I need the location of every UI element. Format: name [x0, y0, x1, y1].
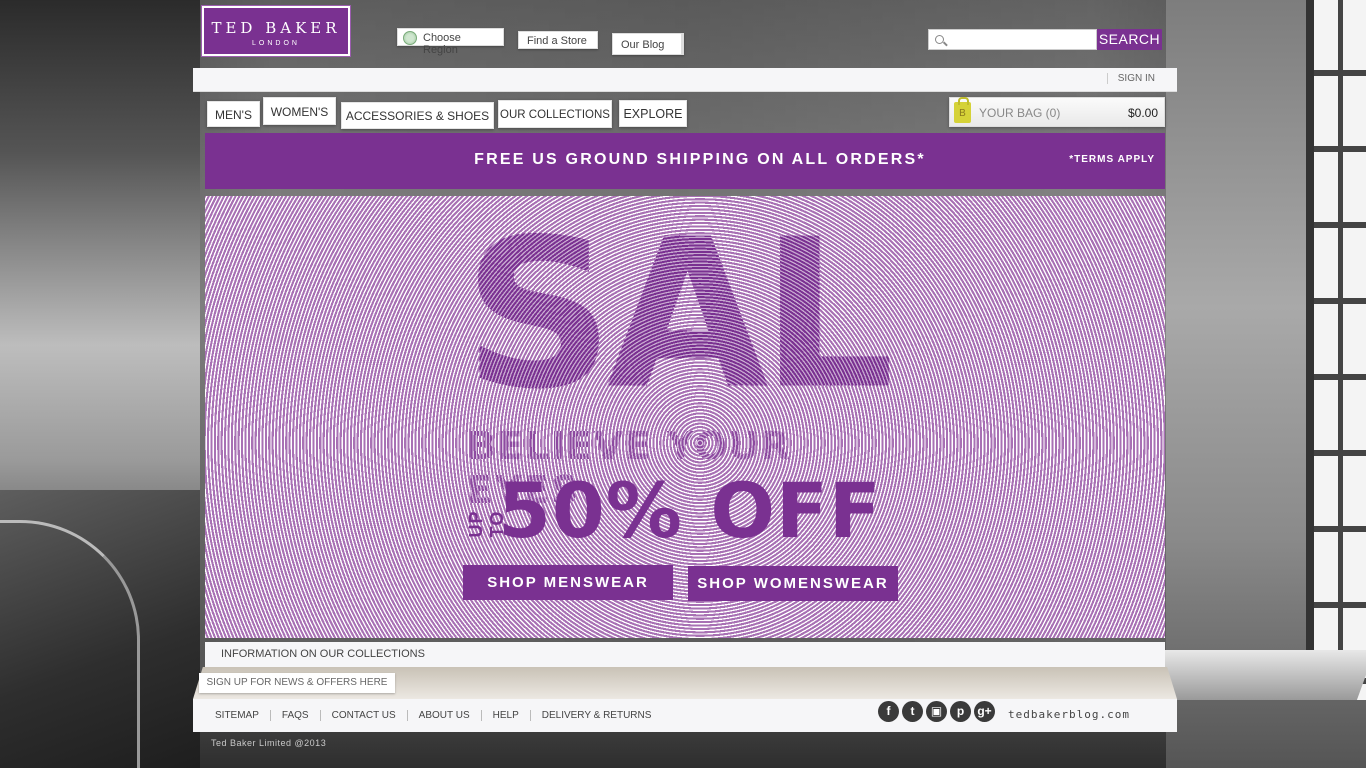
copyright-text: Ted Baker Limited @2013 [211, 738, 327, 748]
logo-city: LONDON [252, 40, 300, 47]
terms-apply-link[interactable]: *TERMS APPLY [1069, 154, 1155, 165]
shop-womenswear-button[interactable]: SHOP WOMENSWEAR [688, 566, 898, 601]
footer-link-delivery-returns[interactable]: DELIVERY & RETURNS [529, 710, 663, 721]
nav-tab-explore[interactable]: EXPLORE [619, 100, 687, 127]
bag-total: $0.00 [1127, 106, 1158, 120]
background-window [1306, 0, 1366, 700]
pinterest-icon[interactable]: p [950, 701, 971, 722]
nav-tab-our-collections[interactable]: OUR COLLECTIONS [498, 100, 612, 128]
shop-menswear-button[interactable]: SHOP MENSWEAR [463, 565, 673, 600]
sign-in-link[interactable]: SIGN IN [1106, 73, 1155, 84]
footer-links: SITEMAP FAQS CONTACT US ABOUT US HELP DE… [215, 710, 662, 721]
facebook-icon[interactable]: f [878, 701, 899, 722]
bag-label: YOUR BAG (0) [979, 106, 1061, 120]
footer-link-faqs[interactable]: FAQS [269, 710, 320, 721]
offer-text: 50% OFF [498, 466, 882, 555]
up-to-label: UP TO [466, 510, 507, 538]
our-blog-link[interactable]: Our Blog [612, 33, 684, 55]
search-input[interactable] [951, 32, 1093, 48]
ted-baker-logo[interactable]: TED BAKER LONDON [201, 5, 351, 57]
search-button[interactable]: SEARCH [1097, 29, 1162, 50]
sale-hero-banner: SALE BELIEVE YOUR EYES UP TO 50% OFF SHO… [205, 196, 1165, 638]
twitter-icon[interactable]: t [902, 701, 923, 722]
logo-name: TED BAKER [211, 19, 341, 37]
footer-link-contact-us[interactable]: CONTACT US [319, 710, 407, 721]
ted-baker-blog-link[interactable]: tedbakerblog.com [1008, 708, 1130, 721]
instagram-icon[interactable]: ▣ [926, 701, 947, 722]
footer-link-sitemap[interactable]: SITEMAP [215, 710, 270, 721]
search-box [928, 29, 1097, 50]
search-icon [935, 35, 944, 44]
shipping-banner[interactable]: FREE US GROUND SHIPPING ON ALL ORDERS* *… [205, 133, 1165, 189]
footer-link-help[interactable]: HELP [480, 710, 530, 721]
our-blog-label: Our Blog [621, 39, 665, 51]
background-station-left [0, 0, 200, 768]
choose-region-link[interactable]: Choose Region [397, 28, 504, 56]
footer: SITEMAP FAQS CONTACT US ABOUT US HELP DE… [193, 699, 1177, 732]
account-bar: SIGN IN [193, 68, 1177, 92]
find-store-label: Find a Store [527, 35, 587, 47]
footer-link-about-us[interactable]: ABOUT US [406, 710, 481, 721]
shopping-bag[interactable]: B YOUR BAG (0) $0.00 [949, 97, 1165, 127]
nav-tab-mens[interactable]: MEN'S [207, 101, 260, 127]
collections-info-link[interactable]: INFORMATION ON OUR COLLECTIONS [205, 642, 1165, 667]
globe-icon [403, 31, 417, 45]
nav-tab-womens[interactable]: WOMEN'S [263, 97, 336, 125]
nav-tab-accessories-shoes[interactable]: ACCESSORIES & SHOES [341, 102, 494, 129]
sale-headline: SALE [463, 196, 1030, 435]
find-store-link[interactable]: Find a Store [518, 31, 598, 49]
choose-region-label: Choose Region [423, 32, 461, 56]
shipping-text: FREE US GROUND SHIPPING ON ALL ORDERS* [474, 151, 926, 168]
background-wall-right [1136, 0, 1366, 768]
social-links: f t ▣ p g+ [878, 701, 995, 722]
shopping-bag-icon: B [954, 97, 971, 123]
newsletter-signup-link[interactable]: SIGN UP FOR NEWS & OFFERS HERE [199, 673, 395, 693]
google-plus-icon[interactable]: g+ [974, 701, 995, 722]
